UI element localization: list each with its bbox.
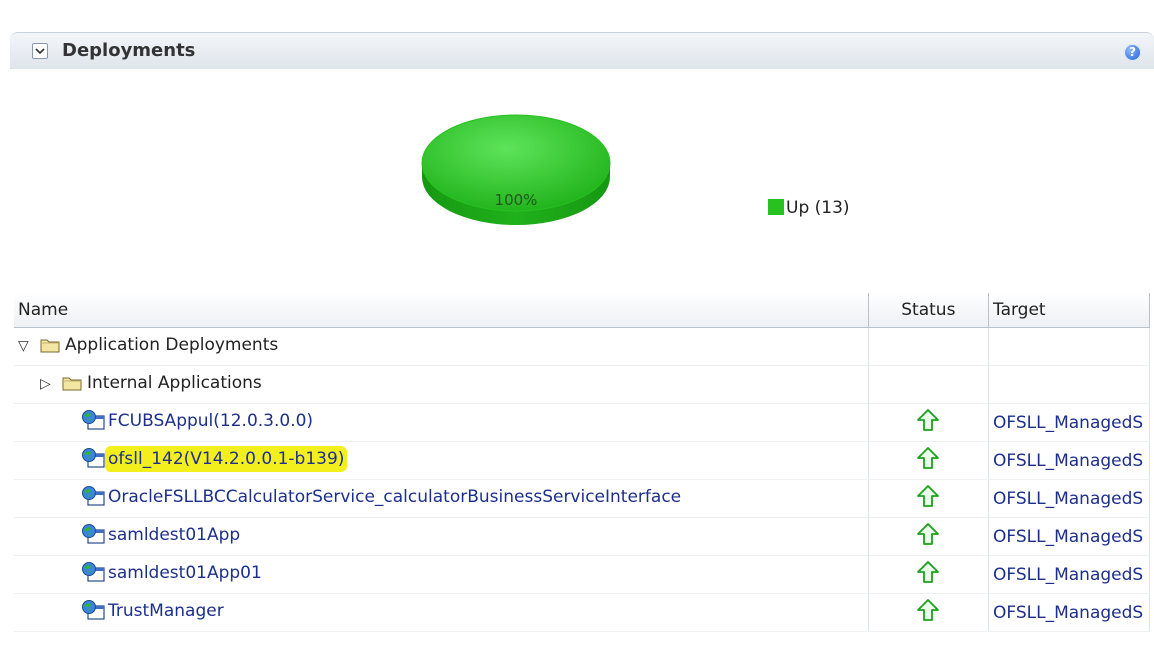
application-icon: [80, 447, 106, 474]
table-row[interactable]: samldest01App OFSLL_ManagedS: [14, 517, 1150, 556]
target-cell: OFSLL_ManagedS: [988, 403, 1150, 442]
expand-toggle-icon[interactable]: ▽: [18, 338, 34, 354]
status-cell: [868, 365, 990, 404]
arrow-up-icon: [916, 560, 940, 589]
tree-cell: ▽ Application Deployments: [14, 327, 869, 366]
status-cell: [868, 403, 990, 442]
target-cell: OFSLL_ManagedS: [988, 479, 1150, 518]
table-header-row: Name Status Target: [14, 293, 1150, 328]
status-cell: [868, 327, 990, 366]
tree-row-internal-applications[interactable]: ▷ Internal Applications: [14, 365, 1150, 404]
application-icon: [80, 485, 106, 512]
deployment-name-link[interactable]: OracleFSLLBCCalculatorService_calculator…: [108, 487, 681, 507]
name-cell: ofsll_142(V14.2.0.0.1-b139): [14, 441, 869, 480]
name-cell: OracleFSLLBCCalculatorService_calculator…: [14, 479, 869, 518]
status-cell: [868, 441, 990, 480]
legend-swatch-up: [768, 199, 784, 215]
table-row[interactable]: FCUBSAppul(12.0.3.0.0) OFSLL_ManagedS: [14, 403, 1150, 442]
tree-row-application-deployments[interactable]: ▽ Application Deployments: [14, 327, 1150, 366]
arrow-up-icon: [916, 598, 940, 627]
name-cell: samldest01App01: [14, 555, 869, 594]
target-cell: [988, 327, 1150, 366]
deployment-name-link[interactable]: samldest01App01: [108, 563, 262, 583]
target-link[interactable]: OFSLL_ManagedS: [993, 489, 1143, 509]
pie-chart: 100%: [421, 114, 611, 225]
column-header-target[interactable]: Target: [988, 293, 1150, 328]
column-header-status[interactable]: Status: [868, 293, 990, 328]
deployments-table: Name Status Target ▽ Application Deployme…: [14, 293, 1150, 632]
target-cell: OFSLL_ManagedS: [988, 517, 1150, 556]
group-label: Application Deployments: [65, 335, 279, 355]
group-label: Internal Applications: [87, 373, 262, 393]
panel-header: Deployments ?: [10, 32, 1154, 69]
target-link[interactable]: OFSLL_ManagedS: [993, 603, 1143, 623]
name-cell: TrustManager: [14, 593, 869, 632]
help-icon[interactable]: ?: [1124, 44, 1141, 61]
deployment-name-link[interactable]: samldest01App: [108, 525, 240, 545]
status-cell: [868, 593, 990, 632]
name-cell: FCUBSAppul(12.0.3.0.0): [14, 403, 869, 442]
target-cell: OFSLL_ManagedS: [988, 593, 1150, 632]
deployment-name-link[interactable]: FCUBSAppul(12.0.3.0.0): [108, 411, 313, 431]
arrow-up-icon: [916, 522, 940, 551]
table-row[interactable]: samldest01App01 OFSLL_ManagedS: [14, 555, 1150, 594]
table-row[interactable]: ofsll_142(V14.2.0.0.1-b139) OFSLL_Managed…: [14, 441, 1150, 480]
target-link[interactable]: OFSLL_ManagedS: [993, 565, 1143, 585]
status-cell: [868, 517, 990, 556]
application-icon: [80, 523, 106, 550]
deployment-status-chart: 100% Up (13): [10, 68, 1154, 288]
pie-slice-label: 100%: [495, 191, 538, 209]
deployments-panel: Deployments ? 100% Up (13) Name Status T…: [10, 32, 1154, 632]
chart-legend: Up (13): [768, 198, 850, 218]
tree-cell: ▷ Internal Applications: [14, 365, 869, 404]
table-row[interactable]: OracleFSLLBCCalculatorService_calculator…: [14, 479, 1150, 518]
application-icon: [80, 561, 106, 588]
status-cell: [868, 479, 990, 518]
target-cell: OFSLL_ManagedS: [988, 555, 1150, 594]
arrow-up-icon: [916, 408, 940, 437]
deployment-name-link[interactable]: ofsll_142(V14.2.0.0.1-b139): [108, 449, 345, 469]
column-header-name[interactable]: Name: [14, 293, 869, 328]
application-icon: [80, 599, 106, 626]
status-cell: [868, 555, 990, 594]
expand-toggle-icon[interactable]: ▷: [40, 376, 56, 392]
folder-icon: [62, 375, 82, 396]
target-link[interactable]: OFSLL_ManagedS: [993, 451, 1143, 471]
legend-label-up: Up (13): [786, 198, 850, 218]
name-cell: samldest01App: [14, 517, 869, 556]
target-cell: [988, 365, 1150, 404]
chevron-down-icon[interactable]: [32, 43, 48, 59]
arrow-up-icon: [916, 484, 940, 513]
deployment-name-link[interactable]: TrustManager: [108, 601, 224, 621]
target-cell: OFSLL_ManagedS: [988, 441, 1150, 480]
application-icon: [80, 409, 106, 436]
arrow-up-icon: [916, 446, 940, 475]
panel-title: Deployments: [62, 40, 196, 61]
table-row[interactable]: TrustManager OFSLL_ManagedS: [14, 593, 1150, 632]
target-link[interactable]: OFSLL_ManagedS: [993, 527, 1143, 547]
folder-icon: [40, 337, 60, 358]
target-link[interactable]: OFSLL_ManagedS: [993, 413, 1143, 433]
